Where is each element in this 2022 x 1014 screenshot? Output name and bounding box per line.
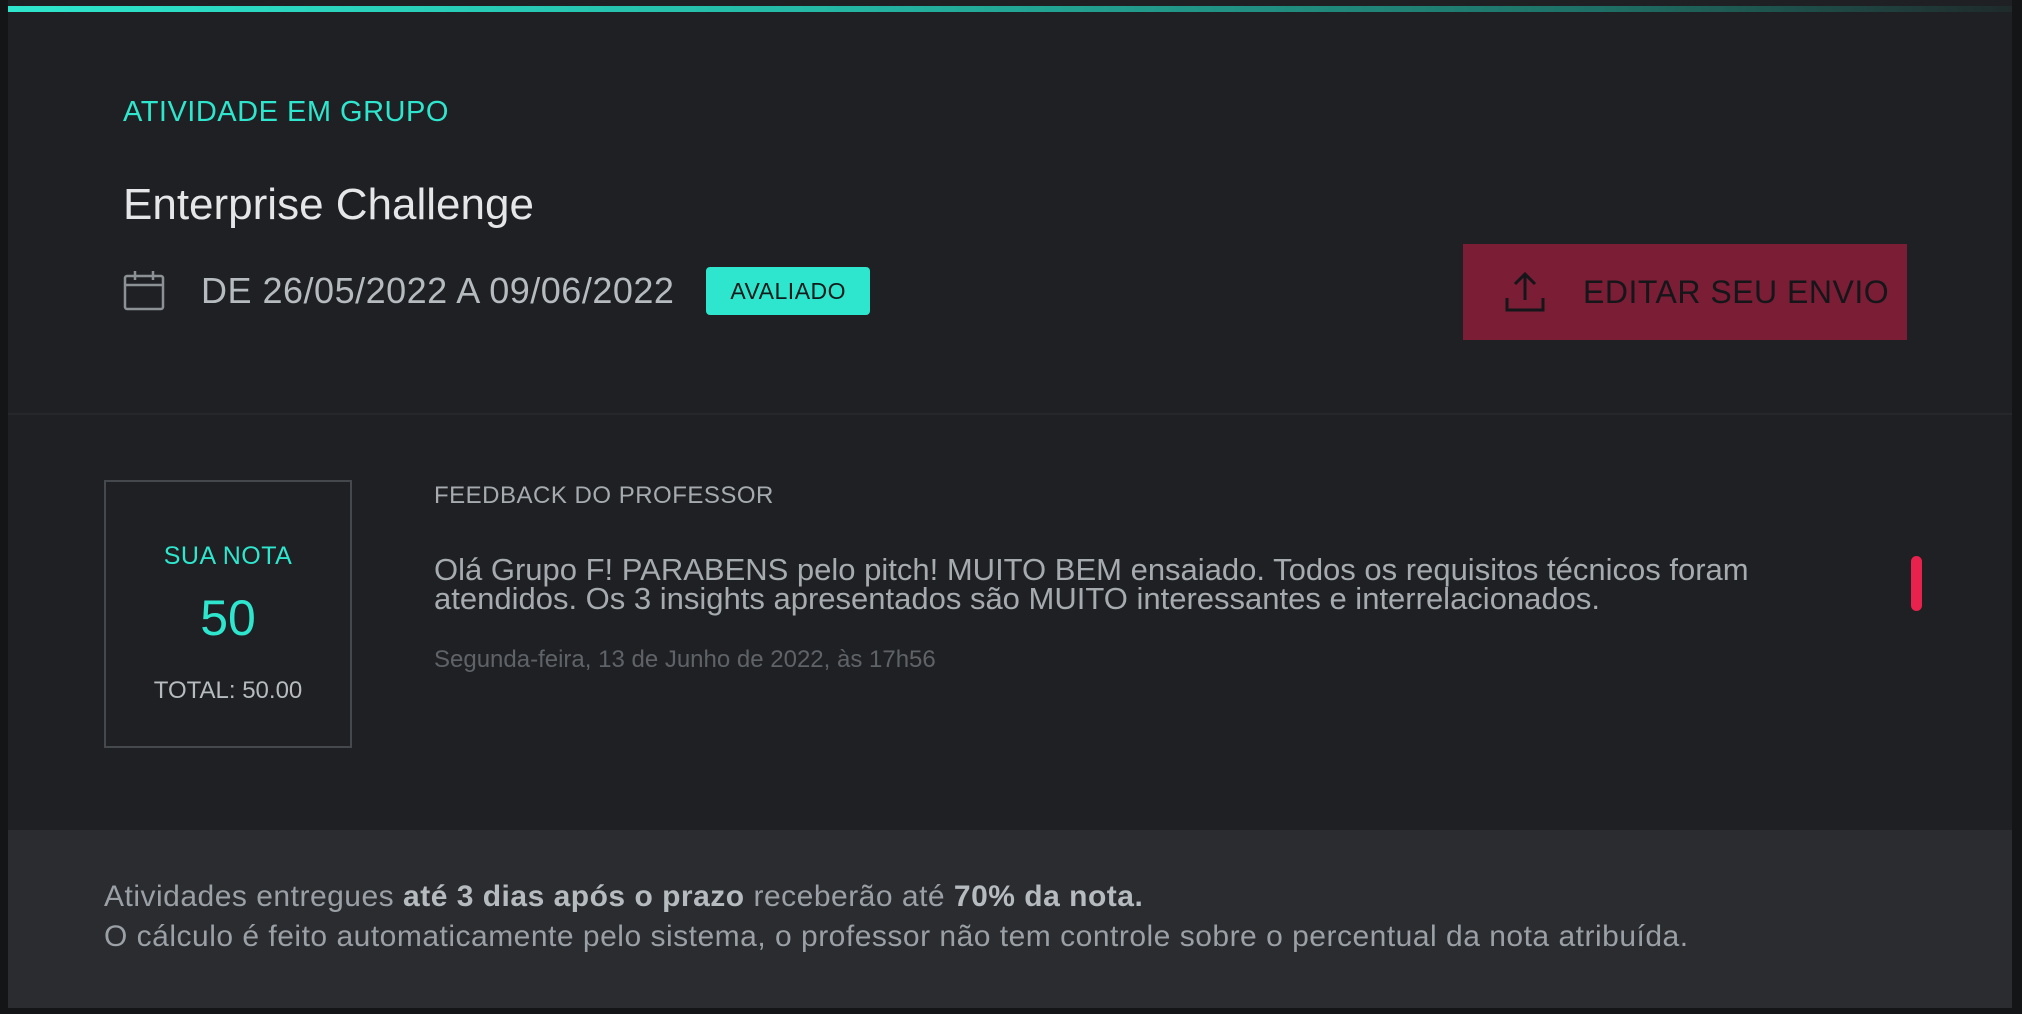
upload-icon <box>1505 271 1545 312</box>
accent-bar <box>8 6 2012 12</box>
feedback-date: Segunda-feira, 13 de Junho de 2022, às 1… <box>434 646 936 673</box>
grade-value: 50 <box>200 590 256 646</box>
activity-type-label: ATIVIDADE EM GRUPO <box>123 96 449 128</box>
edit-submission-button[interactable]: EDITAR SEU ENVIO <box>1463 244 1907 340</box>
date-row: DE 26/05/2022 A 09/06/2022 AVALIADO <box>123 266 871 316</box>
calendar-icon <box>123 271 165 311</box>
late-policy-line-2: O cálculo é feito automaticamente pelo s… <box>104 920 1689 953</box>
feedback-text: Olá Grupo F! PARABENS pelo pitch! MUITO … <box>434 552 1749 616</box>
grade-label: SUA NOTA <box>163 542 293 570</box>
late-policy-text-start: Atividades entregues <box>104 880 404 913</box>
late-policy-line-1: Atividades entregues até 3 dias após o p… <box>104 880 1143 914</box>
late-policy-deadline: até 3 dias após o prazo <box>403 880 745 913</box>
edit-submission-label: EDITAR SEU ENVIO <box>1583 273 1890 310</box>
late-policy-text-middle: receberão até <box>744 880 954 913</box>
activity-title: Enterprise Challenge <box>123 180 534 229</box>
feedback-title: FEEDBACK DO PROFESSOR <box>434 482 774 509</box>
activity-card: ATIVIDADE EM GRUPO Enterprise Challenge … <box>8 0 2012 1008</box>
feedback-scrollbar[interactable] <box>1911 556 1922 611</box>
status-badge: AVALIADO <box>706 267 871 315</box>
late-policy-footer: Atividades entregues até 3 dias após o p… <box>8 830 2012 1008</box>
date-range: DE 26/05/2022 A 09/06/2022 <box>201 270 675 311</box>
grade-box: SUA NOTA 50 TOTAL: 50.00 <box>104 480 352 748</box>
grade-total: TOTAL: 50.00 <box>153 677 303 704</box>
section-divider <box>8 413 2012 415</box>
late-policy-percentage: 70% da nota. <box>953 880 1144 913</box>
